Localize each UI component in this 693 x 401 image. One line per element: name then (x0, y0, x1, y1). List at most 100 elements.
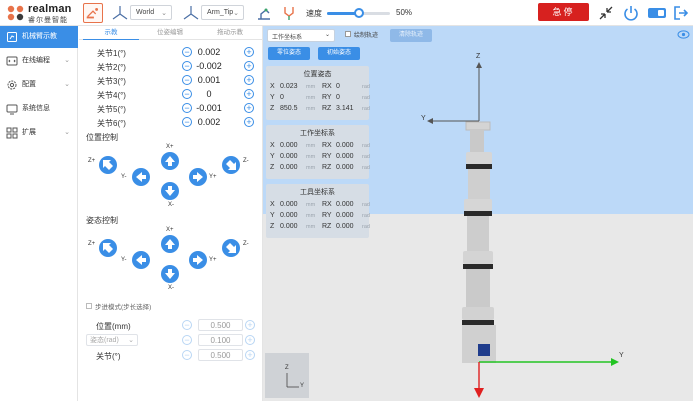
collapse-icon[interactable] (597, 4, 615, 22)
arrow-icon (226, 160, 236, 170)
jog-x-minus-button[interactable] (161, 182, 179, 200)
joint-row: 关节5(°) − -0.001 + (79, 101, 263, 115)
speed-value: 50% (396, 8, 413, 17)
joint-label: 关节5(°) (97, 105, 126, 114)
step-mode-label: 步进模式(步长选择) (95, 304, 152, 311)
arm-base-panel (478, 344, 490, 356)
arrow-icon (165, 186, 175, 196)
step-decrease-button[interactable]: − (182, 335, 192, 345)
chevron-down-icon: ⌄ (64, 57, 70, 64)
joint-increase-button[interactable]: + (244, 47, 254, 57)
tool-select-value: Arm_Tip (207, 9, 234, 16)
jog-axis-label: Y+ (209, 174, 217, 180)
arm-link-5 (468, 169, 490, 199)
joint-increase-button[interactable]: + (244, 61, 254, 71)
arm-joint-ring (462, 320, 494, 325)
tab-teach[interactable]: 示教 (83, 26, 139, 40)
monitor-icon (6, 104, 18, 115)
attitude-unit-select[interactable]: 姿态(rad) ⌄ (86, 334, 138, 346)
sidebar-item-label: 系统信息 (22, 105, 50, 112)
frame-axis-icon (112, 6, 128, 20)
jog-y-plus-button[interactable] (189, 251, 207, 269)
joint-value: 0.002 (197, 117, 221, 127)
joint-label: 关节4(°) (97, 91, 126, 100)
jog-z-minus-button[interactable] (222, 239, 240, 257)
sidebar-item-extension[interactable]: 扩展 ⌄ (0, 122, 78, 144)
joint-value: 0.002 (197, 47, 221, 57)
minimap-y-label: Y (300, 383, 305, 389)
joint-label: 关节1(°) (97, 49, 126, 58)
arm-joint-4 (463, 251, 493, 264)
jog-z-plus-button[interactable] (99, 239, 117, 257)
top-toolbar: realman 睿尔曼智能 World ⌄ Arm_Tip ⌄ 速度 50% 急… (0, 0, 693, 26)
toggle-switch-icon[interactable] (647, 4, 667, 22)
step-input[interactable]: 0.500 (198, 319, 243, 331)
step-label: 关节(°) (96, 352, 121, 361)
arrow-icon (136, 255, 146, 265)
jog-y-minus-button[interactable] (132, 251, 150, 269)
jog-y-plus-button[interactable] (189, 168, 207, 186)
speed-slider[interactable] (327, 8, 390, 18)
arm-joint-5 (464, 199, 492, 211)
joint-row: 关节3(°) − 0.001 + (79, 73, 263, 87)
arrow-icon (165, 156, 175, 166)
step-decrease-button[interactable]: − (182, 350, 192, 360)
step-decrease-button[interactable]: − (182, 320, 192, 330)
step-row-joint: 关节(°) − 0.500 + (79, 349, 263, 363)
sidebar-item-config[interactable]: 配置 ⌄ (0, 74, 78, 96)
jog-x-minus-button[interactable] (161, 265, 179, 283)
sidebar-item-online-programming[interactable]: 在线编程 ⌄ (0, 50, 78, 72)
jog-z-minus-button[interactable] (222, 156, 240, 174)
step-increase-button[interactable]: + (245, 350, 255, 360)
axis-minimap: Z Y (265, 353, 309, 398)
jog-x-plus-button[interactable] (161, 235, 179, 253)
frame-select[interactable]: World ⌄ (130, 5, 172, 20)
emergency-stop-button[interactable]: 急停 (538, 3, 589, 21)
arm-joint-ring (464, 211, 492, 216)
sidebar-item-system-info[interactable]: 系统信息 (0, 98, 78, 120)
gear-icon (7, 80, 17, 90)
sidebar-item-label: 扩展 (22, 129, 36, 136)
joint-increase-button[interactable]: + (244, 103, 254, 113)
speed-slider-handle[interactable] (353, 8, 364, 18)
jog-axis-label: Y- (121, 257, 127, 263)
jog-y-minus-button[interactable] (132, 168, 150, 186)
3d-viewer[interactable]: 工作坐标系 ⌄ 绘制轨迹 清除轨迹 零位姿态 初始姿态 位置姿态 X 0.023 mm… (263, 26, 693, 401)
tool-select[interactable]: Arm_Tip ⌄ (201, 5, 244, 20)
attitude-unit-value: 姿态(rad) (90, 337, 119, 344)
jog-axis-label: Z+ (88, 241, 96, 247)
panel-tabs: 示教 位姿编辑 拖动示教 (79, 26, 263, 40)
step-label: 位置(mm) (96, 322, 131, 331)
joint-increase-button[interactable]: + (244, 117, 254, 127)
gripper-icon[interactable] (280, 4, 298, 22)
power-icon[interactable] (622, 4, 640, 22)
sidebar-item-teach[interactable]: 机械臂示教 (0, 26, 78, 48)
step-increase-button[interactable]: + (245, 320, 255, 330)
logout-icon[interactable] (672, 4, 690, 22)
minimap-z-label: Z (285, 365, 289, 371)
brand-name: realman (28, 3, 72, 15)
step-input[interactable]: 0.100 (198, 334, 243, 346)
step-mode-checkbox[interactable] (86, 303, 92, 309)
arm-joint-ring (463, 264, 493, 269)
robot-arm-icon (7, 32, 17, 42)
arrow-icon (193, 255, 203, 265)
robot-pose-icon[interactable] (255, 4, 273, 22)
joint-increase-button[interactable]: + (244, 75, 254, 85)
teach-mode-button[interactable] (83, 3, 103, 23)
tip-z-arrow (476, 62, 482, 68)
joint-increase-button[interactable]: + (244, 89, 254, 99)
jog-axis-label: Y- (121, 174, 127, 180)
chevron-down-icon: ⌄ (233, 10, 239, 17)
arm-link-4 (467, 216, 489, 251)
step-input[interactable]: 0.500 (198, 349, 243, 361)
joint-label: 关节2(°) (97, 63, 126, 72)
jog-z-plus-button[interactable] (99, 156, 117, 174)
step-increase-button[interactable]: + (245, 335, 255, 345)
tab-pose-edit[interactable]: 位姿编辑 (141, 26, 199, 40)
arm-link-3 (466, 269, 490, 307)
step-row-position: 位置(mm) − 0.500 + (79, 319, 263, 333)
jog-x-plus-button[interactable] (161, 152, 179, 170)
tab-drag-teach[interactable]: 拖动示教 (201, 26, 259, 40)
chevron-down-icon: ⌄ (64, 81, 70, 88)
